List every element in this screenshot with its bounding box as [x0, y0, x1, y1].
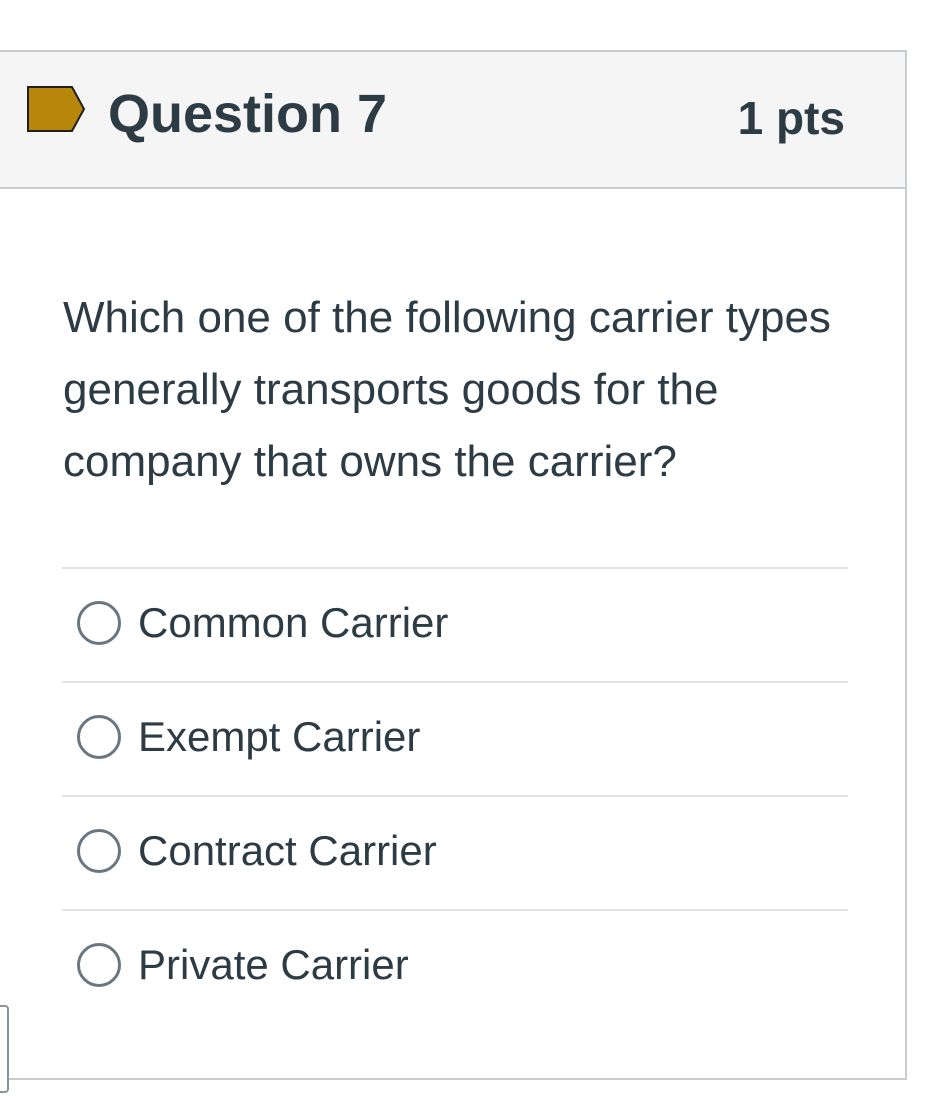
- answer-label[interactable]: Contract Carrier: [138, 825, 437, 877]
- side-panel-tab[interactable]: [0, 1005, 9, 1093]
- answer-list: Common Carrier Exempt Carrier Contract C…: [62, 567, 848, 1023]
- answer-option-common-carrier[interactable]: Common Carrier: [62, 567, 848, 681]
- question-points: 1 pts: [737, 92, 845, 144]
- bookmark-flag-icon[interactable]: [26, 85, 86, 133]
- question-title: Question 7: [108, 84, 388, 144]
- question-card: Question 7 1 pts Which one of the follow…: [0, 50, 907, 1080]
- radio-button[interactable]: [77, 715, 121, 759]
- question-header: Question 7 1 pts: [0, 52, 905, 189]
- answer-option-contract-carrier[interactable]: Contract Carrier: [62, 795, 848, 909]
- answer-option-exempt-carrier[interactable]: Exempt Carrier: [62, 681, 848, 795]
- question-text: Which one of the following carrier types…: [63, 293, 831, 486]
- answer-option-private-carrier[interactable]: Private Carrier: [62, 909, 848, 1023]
- answer-label[interactable]: Private Carrier: [138, 939, 409, 991]
- radio-button[interactable]: [77, 829, 121, 873]
- quiz-page: Question 7 1 pts Which one of the follow…: [0, 0, 927, 1107]
- radio-button[interactable]: [77, 943, 121, 987]
- answer-label[interactable]: Common Carrier: [138, 597, 448, 649]
- answer-label[interactable]: Exempt Carrier: [138, 711, 420, 763]
- radio-button[interactable]: [77, 601, 121, 645]
